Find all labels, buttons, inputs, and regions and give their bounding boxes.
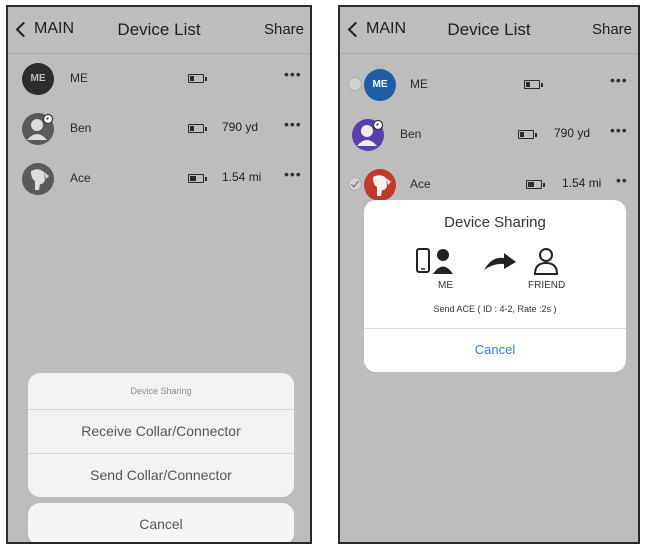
device-row-ben[interactable]: Ben 790 yd ••• xyxy=(340,110,638,160)
device-row-ben[interactable]: Ben 790 yd ••• xyxy=(8,104,310,154)
device-name: Ben xyxy=(400,127,422,141)
right-phone-screen: MAIN Device List Share ME ME ••• Ben 790… xyxy=(338,5,640,544)
send-collar-button[interactable]: Send Collar/Connector xyxy=(28,453,294,497)
more-options-icon[interactable]: •• xyxy=(616,172,628,188)
more-options-icon[interactable]: ••• xyxy=(610,122,628,138)
battery-icon xyxy=(518,130,537,139)
select-radio[interactable] xyxy=(348,177,362,191)
device-distance: 1.54 mi xyxy=(222,170,262,184)
action-sheet: Device Sharing Receive Collar/Connector … xyxy=(28,373,294,497)
more-options-icon[interactable]: ••• xyxy=(284,66,302,82)
battery-icon xyxy=(188,74,207,83)
dog-avatar-icon xyxy=(364,169,396,201)
more-options-icon[interactable]: ••• xyxy=(284,166,302,182)
dog-avatar-icon xyxy=(22,163,54,195)
phone-person-icon xyxy=(416,248,453,274)
device-name: Ace xyxy=(70,171,91,185)
device-name: ME xyxy=(70,71,88,85)
person-avatar-icon xyxy=(22,113,54,145)
share-button[interactable]: Share xyxy=(264,21,304,38)
battery-icon xyxy=(188,174,207,183)
device-distance: 790 yd xyxy=(554,126,591,140)
share-description: Send ACE ( ID : 4-2, Rate :2s ) xyxy=(433,304,557,314)
avatar: ME xyxy=(22,63,54,95)
device-distance: 790 yd xyxy=(222,120,259,134)
me-label: ME xyxy=(438,280,453,291)
divider xyxy=(364,328,626,329)
battery-icon xyxy=(524,80,543,89)
nav-bar: MAIN Device List Share xyxy=(8,7,310,54)
device-name: ME xyxy=(410,77,428,91)
battery-icon xyxy=(526,180,545,189)
friend-icon xyxy=(533,248,559,275)
arrow-right-icon xyxy=(484,253,516,270)
device-name: Ace xyxy=(410,177,431,191)
nav-bar: MAIN Device List Share xyxy=(340,7,638,54)
avatar: ME xyxy=(364,69,396,101)
select-radio[interactable] xyxy=(348,77,362,91)
device-sharing-dialog: Device Sharing ME FRIEND Send ACE ( ID :… xyxy=(364,200,626,372)
cancel-button[interactable]: Cancel xyxy=(28,503,294,542)
device-row-me[interactable]: ME ME ••• xyxy=(8,54,310,104)
person-avatar-icon xyxy=(352,119,384,151)
more-options-icon[interactable]: ••• xyxy=(610,72,628,88)
cancel-button[interactable]: Cancel xyxy=(364,342,626,357)
battery-icon xyxy=(188,124,207,133)
action-sheet-title: Device Sharing xyxy=(28,373,294,410)
share-button[interactable]: Share xyxy=(592,21,632,38)
more-options-icon[interactable]: ••• xyxy=(284,116,302,132)
receive-collar-button[interactable]: Receive Collar/Connector xyxy=(28,410,294,453)
device-row-me[interactable]: ME ME ••• xyxy=(340,60,638,110)
device-name: Ben xyxy=(70,121,92,135)
dialog-title: Device Sharing xyxy=(444,214,546,231)
device-distance: 1.54 mi xyxy=(562,176,602,190)
device-row-ace[interactable]: Ace 1.54 mi ••• xyxy=(8,154,310,204)
left-phone-screen: MAIN Device List Share ME ME ••• Ben 790… xyxy=(6,5,312,544)
friend-label: FRIEND xyxy=(528,280,566,291)
